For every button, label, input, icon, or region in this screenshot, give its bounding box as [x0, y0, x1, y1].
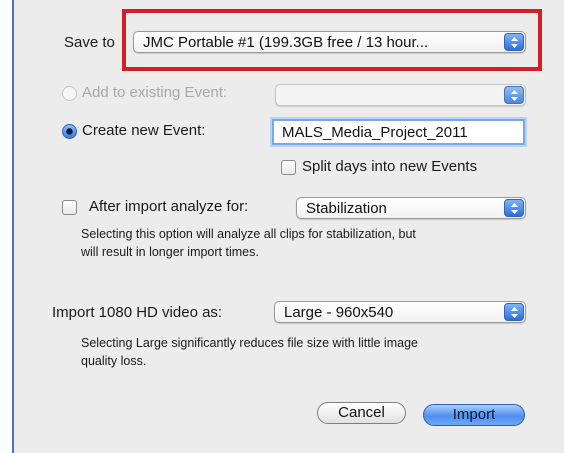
import-hd-label: Import 1080 HD video as: — [52, 304, 223, 321]
event-name-input[interactable] — [274, 121, 523, 143]
analyze-popup[interactable]: Stabilization — [296, 197, 526, 219]
save-to-popup[interactable]: JMC Portable #1 (199.3GB free / 13 hour.… — [133, 31, 526, 53]
add-existing-label: Add to existing Event: — [82, 84, 228, 101]
import-hd-help-text: Selecting Large significantly reduces fi… — [81, 334, 531, 370]
popup-arrows-icon — [504, 199, 524, 217]
create-new-radio[interactable] — [62, 124, 77, 139]
analyze-help-line-1: Selecting this option will analyze all c… — [81, 227, 416, 241]
analyze-label: After import analyze for: — [89, 198, 249, 215]
analyze-checkbox[interactable] — [62, 200, 77, 215]
cancel-button[interactable]: Cancel — [317, 402, 406, 424]
import-hd-value: Large - 960x540 — [284, 304, 394, 321]
popup-arrows-icon — [504, 86, 524, 104]
save-to-value: JMC Portable #1 (199.3GB free / 13 hour.… — [143, 34, 429, 51]
import-button[interactable]: Import — [423, 404, 525, 426]
analyze-help-line-2: will result in longer import times. — [81, 245, 259, 259]
existing-event-popup[interactable] — [275, 84, 526, 106]
save-to-label: Save to — [64, 34, 115, 51]
event-name-field[interactable] — [272, 119, 525, 145]
import-hd-help-line-2: quality loss. — [81, 354, 147, 368]
import-hd-help-line-1: Selecting Large significantly reduces fi… — [81, 336, 418, 350]
split-days-label: Split days into new Events — [302, 158, 478, 175]
add-existing-radio[interactable] — [62, 86, 77, 101]
create-new-label: Create new Event: — [82, 122, 206, 139]
analyze-help-text: Selecting this option will analyze all c… — [81, 225, 531, 261]
popup-arrows-icon — [504, 33, 524, 51]
popup-arrows-icon — [504, 303, 524, 321]
split-days-checkbox[interactable] — [281, 160, 296, 175]
analyze-value: Stabilization — [306, 200, 387, 217]
import-hd-popup[interactable]: Large - 960x540 — [274, 301, 526, 323]
